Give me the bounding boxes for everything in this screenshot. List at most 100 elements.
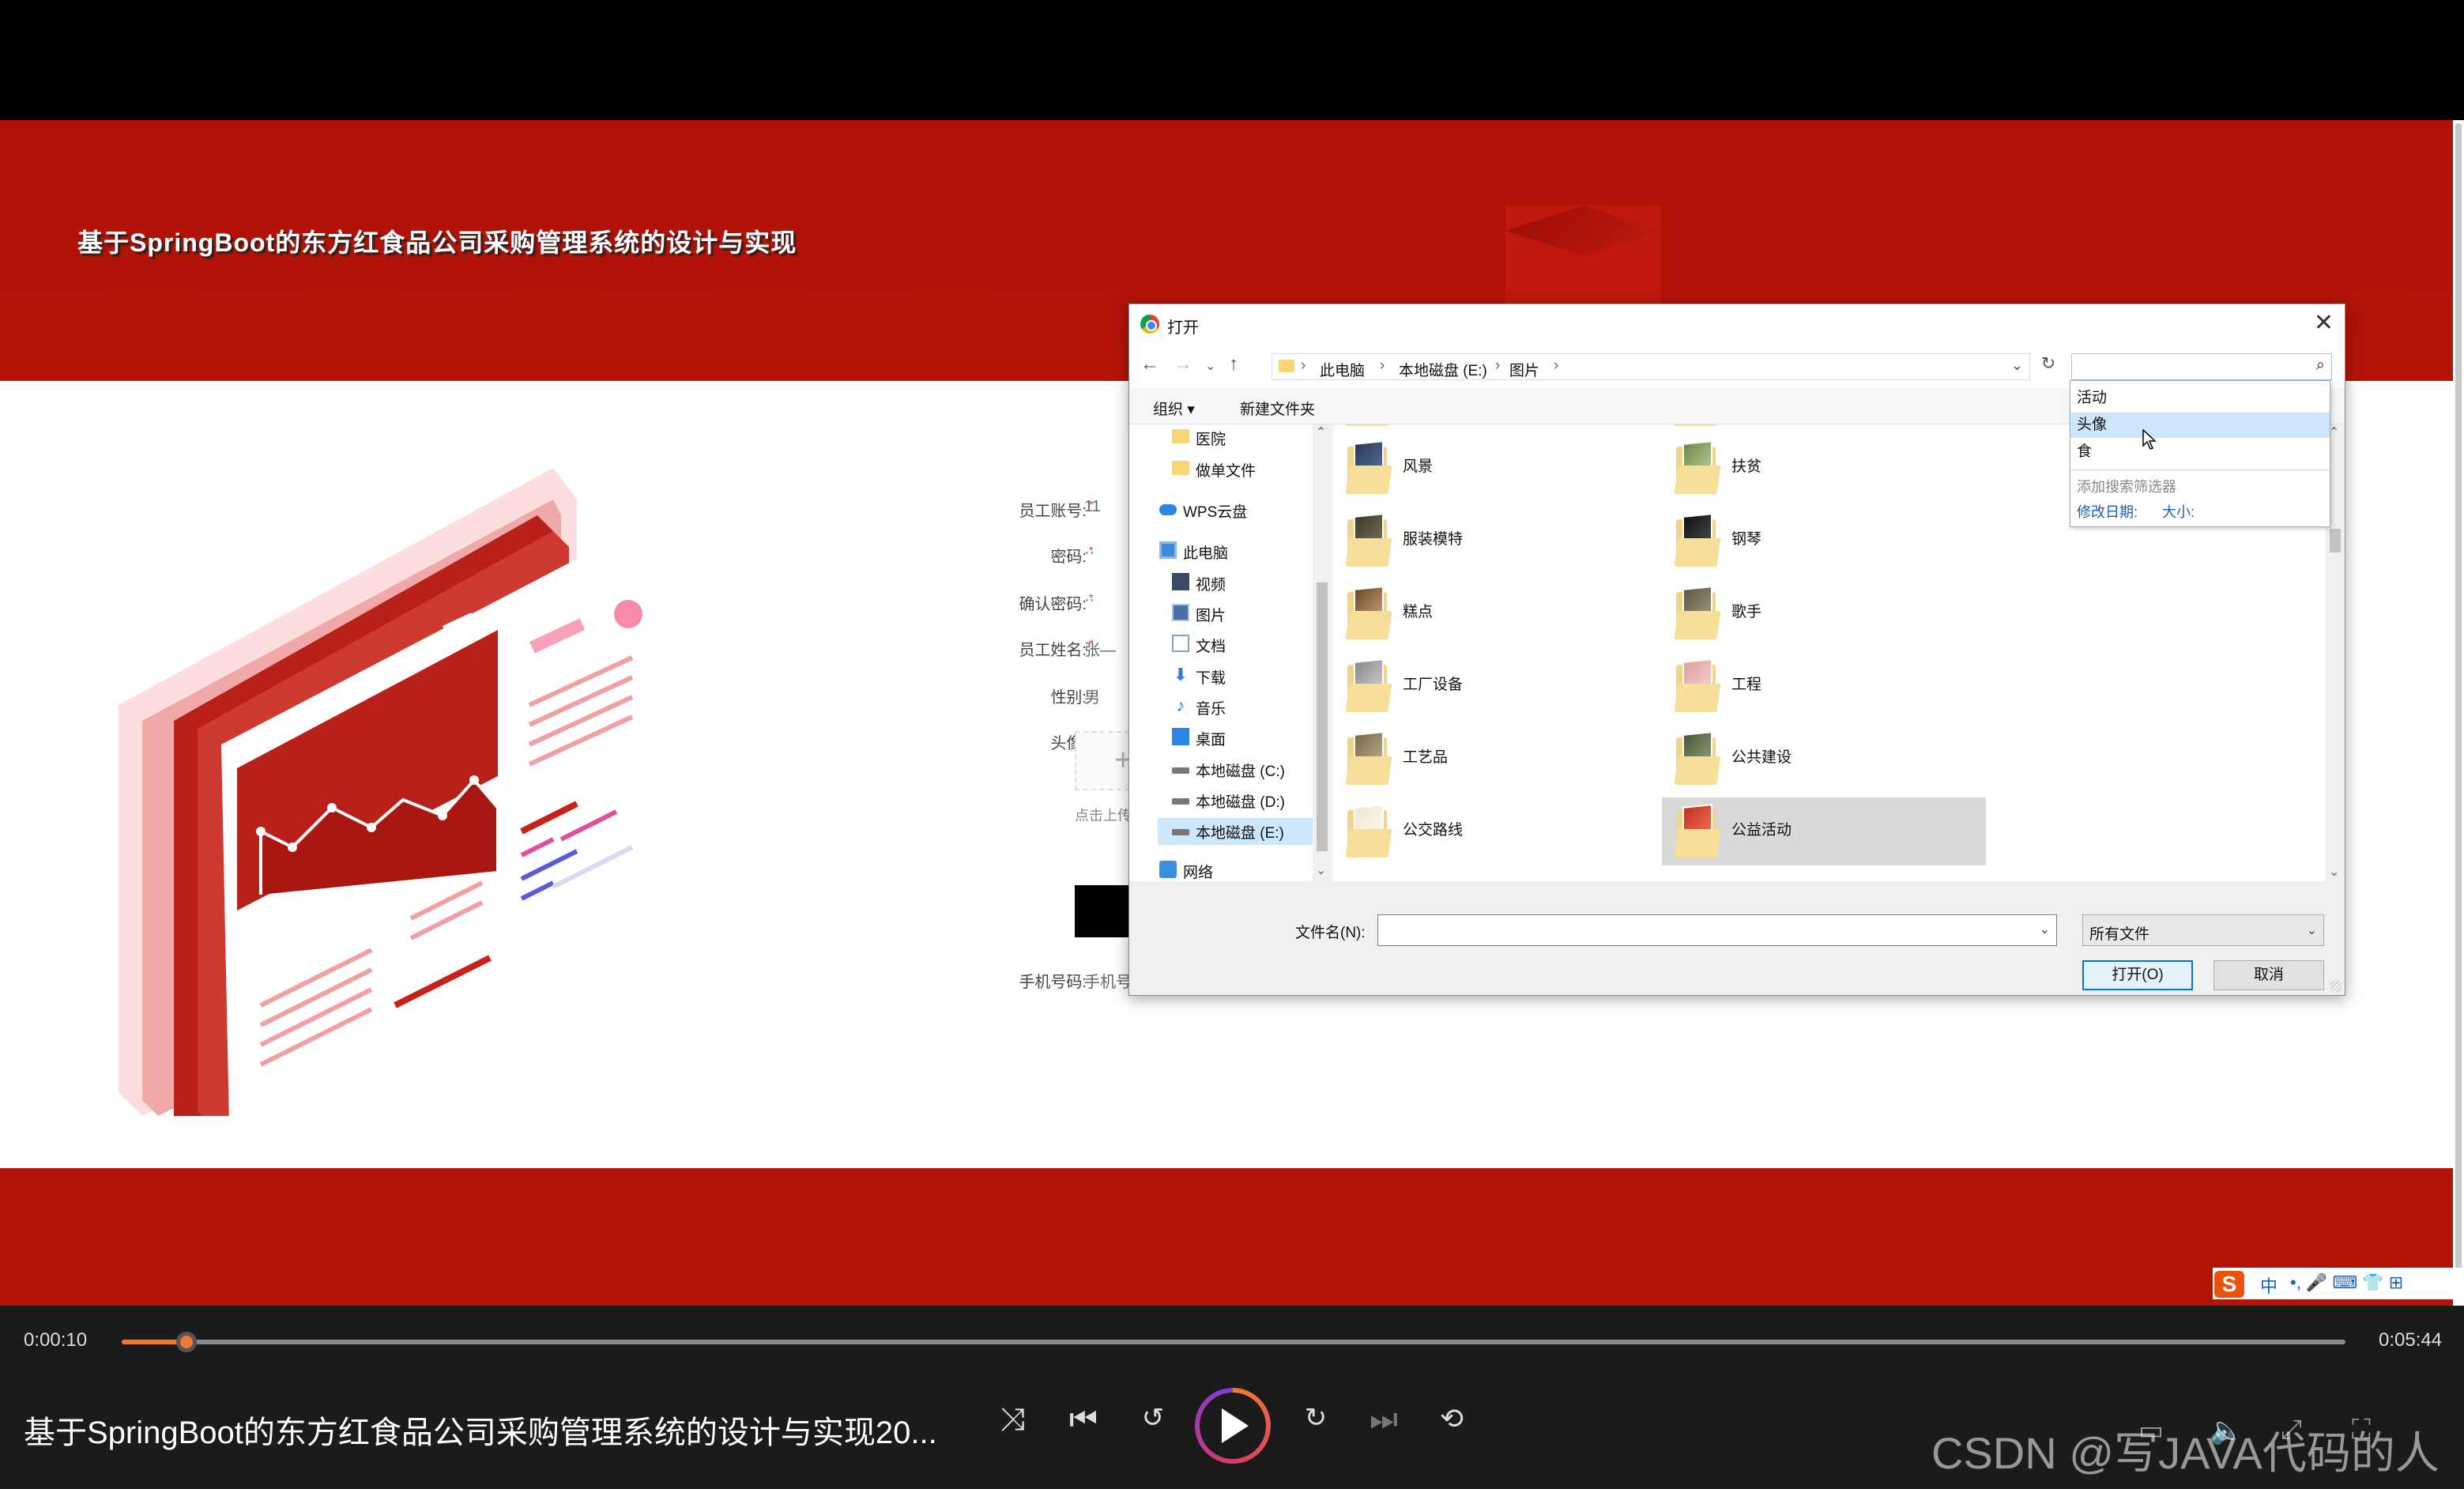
phone-label: 手机号码: (1019, 974, 1087, 991)
folder-thumbnail-icon (1345, 440, 1392, 494)
file-item[interactable]: 工程 (1662, 652, 1986, 720)
chevron-up-icon[interactable]: ⌃ (2329, 424, 2339, 440)
close-icon[interactable]: ✕ (2314, 309, 2334, 337)
dashboard-illustration (119, 468, 642, 1116)
chevron-right-icon: › (1495, 357, 1501, 374)
file-item[interactable]: 扶贫 (1662, 434, 1986, 502)
phone-input[interactable]: 手机号 (1084, 969, 1132, 992)
nav-item-disk-e[interactable]: 本地磁盘 (E:) (1158, 818, 1313, 845)
forward-arrow-icon[interactable]: → (1174, 353, 1192, 375)
cloud-icon (1159, 504, 1177, 515)
play-button[interactable] (1195, 1388, 1271, 1464)
name-input[interactable]: 张— (1084, 637, 1116, 660)
filter-size[interactable]: 大小: (2162, 501, 2195, 522)
rewind-10-icon[interactable]: ↺ (1133, 1402, 1173, 1434)
folder-icon (1172, 461, 1189, 475)
page-scrollbar-thumb[interactable] (2455, 123, 2462, 1293)
folder-icon (1279, 360, 1294, 372)
search-input[interactable]: ⌕ (2071, 353, 2332, 380)
file-item-partial[interactable] (1662, 424, 1986, 434)
breadcrumb-this-pc[interactable]: 此电脑 (1320, 359, 1365, 380)
file-item[interactable]: 风景 (1333, 434, 1657, 502)
folder-thumbnail-icon (1345, 513, 1392, 567)
account-row[interactable]: 员工账号: * 11 (964, 498, 1146, 522)
chevron-up-icon[interactable]: ⌃ (1316, 424, 1326, 440)
file-item[interactable]: 歌手 (1662, 579, 1986, 647)
gender-select[interactable]: 男 (1084, 684, 1100, 707)
organize-menu[interactable]: 组织 ▾ (1153, 398, 1195, 419)
refresh-icon[interactable]: ↻ (2036, 353, 2060, 380)
history-chevron-icon[interactable]: ⌄ (1205, 358, 1215, 374)
chevron-down-icon[interactable]: ⌄ (1316, 862, 1326, 878)
page-scrollbar[interactable] (2453, 120, 2464, 1306)
chevron-down-icon[interactable]: ⌄ (2040, 922, 2050, 937)
forward-30-icon[interactable]: ↻ (1296, 1402, 1336, 1434)
file-item[interactable]: 工厂设备 (1333, 652, 1657, 720)
folder-thumbnail-icon (1674, 440, 1721, 494)
chevron-down-icon[interactable]: ⌄ (2011, 357, 2023, 374)
upload-hint: 点击上传 (1075, 808, 1132, 824)
up-arrow-icon[interactable]: ↑ (1229, 353, 1238, 375)
resize-grip-icon[interactable] (2330, 981, 2342, 992)
folder-thumbnail-icon (1345, 586, 1392, 639)
account-input[interactable]: 11 (1084, 498, 1101, 516)
ime-symbols[interactable]: •, 🎤 ⌨ 👕 ⊞ (2290, 1272, 2403, 1293)
document-icon (1172, 635, 1189, 652)
filename-input[interactable]: ⌄ (1377, 914, 2057, 946)
password-input[interactable]: ·· (1084, 544, 1094, 562)
progress-knob[interactable] (175, 1332, 197, 1352)
confirm-password-label: 确认密码: (1019, 596, 1087, 613)
ime-language-toggle[interactable]: 中 (2260, 1272, 2278, 1298)
confirm-password-input[interactable]: ·· (1084, 591, 1094, 609)
loop-off-icon[interactable]: ⟲ (1432, 1402, 1471, 1435)
folder-thumbnail-icon (1674, 658, 1721, 712)
chevron-down-icon[interactable]: ⌄ (2329, 864, 2339, 880)
breadcrumb-disk-e[interactable]: 本地磁盘 (E:) (1399, 359, 1487, 380)
file-item[interactable]: 工艺品 (1333, 725, 1657, 793)
file-item-selected[interactable]: 公益活动 (1662, 797, 1986, 865)
disk-icon (1172, 767, 1189, 774)
gender-label: 性别: (1050, 689, 1087, 707)
suggestion-item[interactable]: 食 (2070, 439, 2330, 465)
password-row[interactable]: 密码: * ·· (964, 544, 1146, 567)
address-bar[interactable]: › 此电脑 › 本地磁盘 (E:) › 图片 › ⌄ (1272, 353, 2030, 380)
current-time: 0:00:10 (24, 1329, 88, 1351)
shuffle-icon[interactable]: ⤨ (993, 1402, 1032, 1438)
file-item-partial[interactable] (1333, 424, 1657, 434)
computer-icon (1159, 541, 1177, 559)
file-item[interactable]: 公共建设 (1662, 725, 1986, 793)
folder-thumbnail-icon (1674, 731, 1721, 785)
chevron-right-icon: › (1301, 357, 1306, 374)
file-item[interactable]: 公交路线 (1333, 797, 1657, 865)
previous-icon[interactable]: ⏮ (1064, 1402, 1103, 1438)
name-label: 员工姓名: (1019, 642, 1087, 659)
sogou-ime-icon[interactable]: S (2214, 1271, 2244, 1298)
back-arrow-icon[interactable]: ← (1140, 353, 1159, 375)
confirm-password-row[interactable]: 确认密码: * ·· (964, 591, 1146, 615)
gender-row[interactable]: 性别: 男 (964, 684, 1146, 708)
open-button[interactable]: 打开(O) (2082, 960, 2193, 990)
mouse-cursor-icon (2142, 429, 2157, 450)
file-list-scrollbar-thumb[interactable] (2330, 529, 2341, 552)
progress-track[interactable] (122, 1332, 2345, 1352)
cancel-button[interactable]: 取消 (2213, 960, 2324, 990)
picture-icon (1172, 604, 1189, 621)
folder-icon (1172, 429, 1189, 443)
filter-date-modified[interactable]: 修改日期: (2077, 501, 2138, 522)
nav-scrollbar-thumb[interactable] (1317, 582, 1328, 851)
file-item[interactable]: 糕点 (1333, 579, 1657, 647)
filetype-select[interactable]: 所有文件 ⌄ (2082, 914, 2324, 946)
nav-scrollbar[interactable]: ⌃ ⌄ (1313, 424, 1332, 881)
suggestion-item-hovered[interactable]: 头像 (2070, 413, 2330, 438)
breadcrumb-pictures[interactable]: 图片 (1509, 359, 1539, 380)
search-icon[interactable]: ⌕ (2316, 356, 2325, 375)
file-item[interactable]: 服装模特 (1333, 507, 1657, 575)
next-icon[interactable]: ⏭ (1364, 1402, 1403, 1438)
video-title: 基于SpringBoot的东方红食品公司采购管理系统的设计与实现20... (24, 1415, 937, 1450)
name-row[interactable]: 员工姓名: * 张— (964, 637, 1146, 661)
phone-row[interactable]: 手机号码: 手机号 (964, 969, 1146, 993)
new-folder-button[interactable]: 新建文件夹 (1240, 398, 1315, 419)
suggestion-item[interactable]: 活动 (2070, 386, 2330, 411)
file-item[interactable]: 钢琴 (1662, 507, 1986, 575)
navigation-pane: 医院 做单文件 WPS云盘 此电脑 视频 图片 文档 ⬇ 下载 ♪ 音乐 桌面 本地… (1129, 424, 1333, 881)
